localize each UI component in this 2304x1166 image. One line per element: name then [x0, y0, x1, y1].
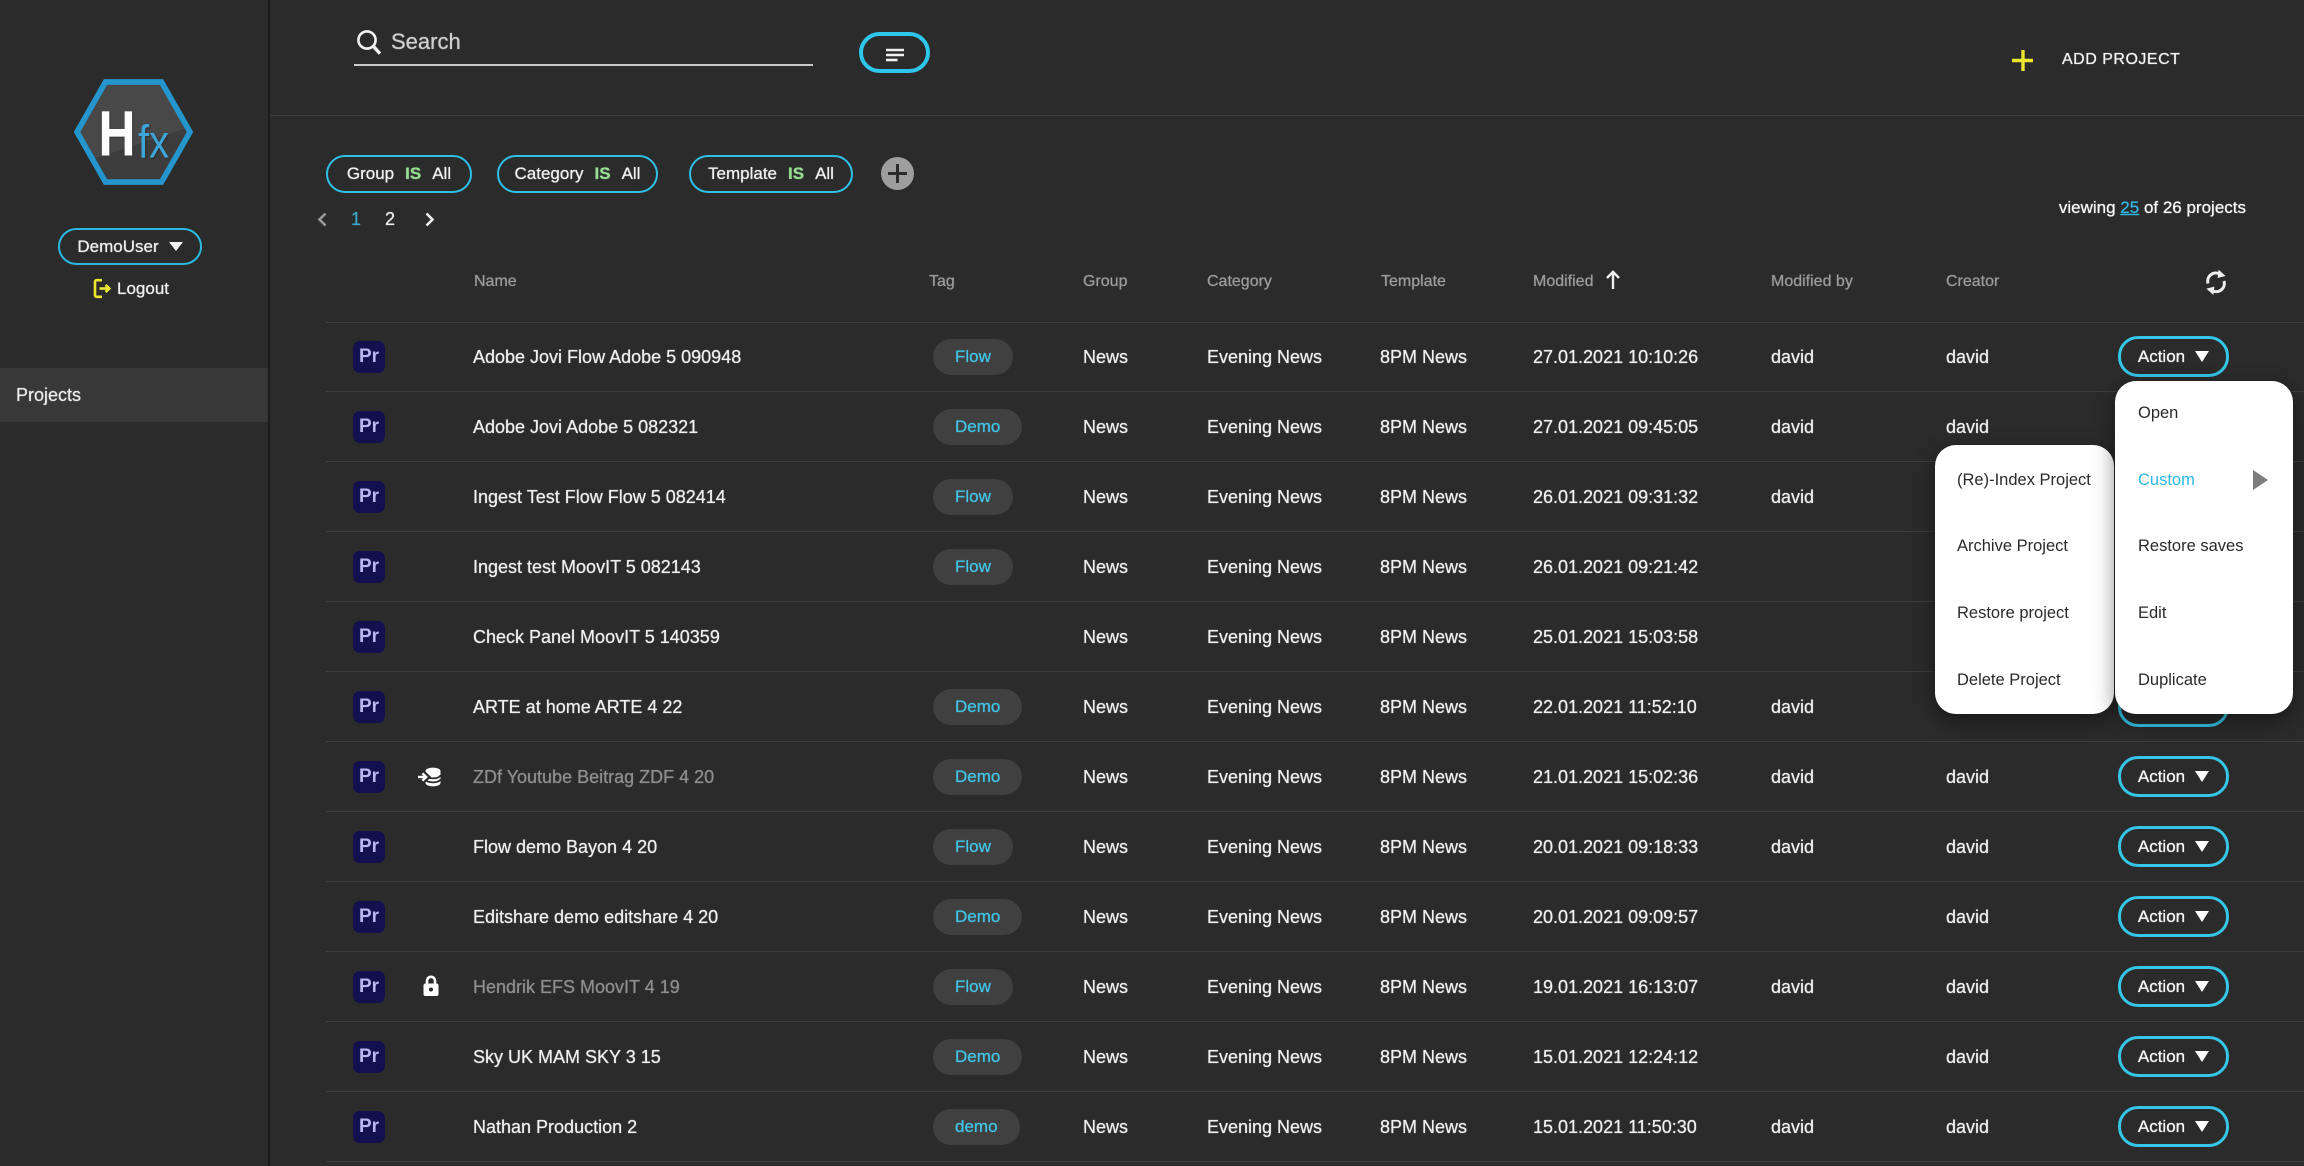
svg-text:fx: fx: [138, 116, 169, 168]
svg-text:H: H: [99, 98, 136, 170]
